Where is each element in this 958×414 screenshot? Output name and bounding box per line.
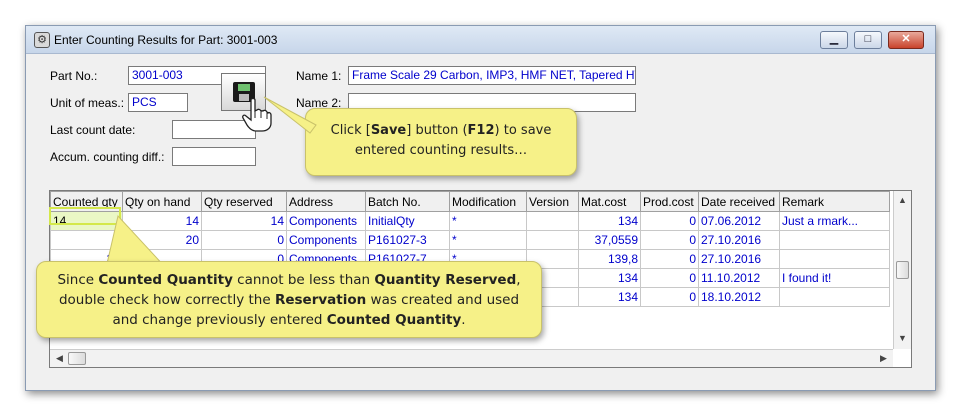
column-header[interactable]: Version bbox=[526, 191, 579, 212]
gear-icon: ⚙ bbox=[34, 32, 50, 48]
modification-cell: * bbox=[449, 211, 527, 231]
prod-cost-cell: 0 bbox=[640, 287, 699, 307]
version-cell bbox=[526, 230, 579, 250]
prod-cost-cell: 0 bbox=[640, 230, 699, 250]
address-cell: Components bbox=[286, 211, 366, 231]
date-received-cell: 27.10.2016 bbox=[698, 249, 780, 269]
last-count-date-label: Last count date: bbox=[50, 123, 136, 137]
unit-of-measure-label: Unit of meas.: bbox=[50, 96, 125, 110]
prod-cost-cell: 0 bbox=[640, 211, 699, 231]
vertical-scroll-thumb[interactable] bbox=[896, 261, 909, 279]
qty-hint-line-1: Since Counted Quantity cannot be less th… bbox=[57, 272, 521, 288]
address-cell: Components bbox=[286, 230, 366, 250]
title-bar: ⚙ Enter Counting Results for Part: 3001-… bbox=[26, 26, 935, 54]
table-row[interactable]: 20 0 Components P161027-3 * 37,0559 0 27… bbox=[50, 230, 890, 250]
qty-hint-line-3: and change previously entered Counted Qu… bbox=[112, 312, 466, 328]
column-header[interactable]: Qty on hand bbox=[122, 191, 202, 212]
remark-cell[interactable] bbox=[779, 249, 890, 269]
qty-hint-callout: Since Counted Quantity cannot be less th… bbox=[36, 261, 542, 338]
name-1-label: Name 1: bbox=[296, 69, 342, 83]
column-header[interactable]: Date received bbox=[698, 191, 780, 212]
prod-cost-cell: 0 bbox=[640, 268, 699, 288]
name-1-field[interactable]: Frame Scale 29 Carbon, IMP3, HMF NET, Ta… bbox=[348, 66, 636, 85]
mat-cost-cell: 134 bbox=[578, 268, 641, 288]
date-received-cell: 07.06.2012 bbox=[698, 211, 780, 231]
scroll-left-icon[interactable]: ◀ bbox=[52, 351, 67, 366]
unit-of-measure-field[interactable]: PCS bbox=[128, 93, 188, 112]
maximize-button[interactable]: □ bbox=[854, 31, 882, 49]
column-header[interactable]: Address bbox=[286, 191, 366, 212]
mat-cost-cell: 37,0559 bbox=[578, 230, 641, 250]
remark-cell[interactable] bbox=[779, 287, 890, 307]
mat-cost-cell: 139,8 bbox=[578, 249, 641, 269]
date-received-cell: 11.10.2012 bbox=[698, 268, 780, 288]
version-cell bbox=[526, 211, 579, 231]
scroll-down-icon[interactable]: ▼ bbox=[895, 331, 910, 346]
column-header[interactable]: Qty reserved bbox=[201, 191, 287, 212]
save-hint-line-2: entered counting results… bbox=[354, 143, 528, 158]
table-header-row: Counted qty Qty on hand Qty reserved Add… bbox=[50, 191, 890, 212]
date-received-cell: 18.10.2012 bbox=[698, 287, 780, 307]
qty-hint-line-2: double check how correctly the Reservati… bbox=[58, 292, 520, 308]
scroll-up-icon[interactable]: ▲ bbox=[895, 193, 910, 208]
modification-cell: * bbox=[449, 230, 527, 250]
accum-counting-diff-label: Accum. counting diff.: bbox=[50, 150, 165, 164]
window-title: Enter Counting Results for Part: 3001-00… bbox=[54, 33, 278, 47]
remark-cell[interactable] bbox=[779, 230, 890, 250]
batch-no-cell: P161027-3 bbox=[365, 230, 450, 250]
batch-no-cell: InitialQty bbox=[365, 211, 450, 231]
part-no-label: Part No.: bbox=[50, 69, 98, 83]
column-header[interactable]: Batch No. bbox=[365, 191, 450, 212]
column-header[interactable]: Modification bbox=[449, 191, 527, 212]
prod-cost-cell: 0 bbox=[640, 249, 699, 269]
mat-cost-cell: 134 bbox=[578, 211, 641, 231]
date-received-cell: 27.10.2016 bbox=[698, 230, 780, 250]
horizontal-scrollbar[interactable]: ◀ ▶ bbox=[50, 349, 893, 367]
remark-cell[interactable]: Just a rmark... bbox=[779, 211, 890, 231]
save-hint-callout: Click [Save] button (F12) to save entere… bbox=[305, 108, 577, 176]
column-header[interactable]: Prod.cost bbox=[640, 191, 699, 212]
close-button[interactable]: ✕ bbox=[888, 31, 924, 49]
column-header[interactable]: Mat.cost bbox=[578, 191, 641, 212]
table-row[interactable]: 14 14 14 Components InitialQty * 134 0 0… bbox=[50, 211, 890, 231]
column-header[interactable]: Remark bbox=[779, 191, 890, 212]
save-hint-line-1: Click [Save] button (F12) to save bbox=[330, 123, 552, 138]
horizontal-scroll-thumb[interactable] bbox=[68, 352, 86, 365]
minimize-button[interactable]: ▁ bbox=[820, 31, 848, 49]
accum-counting-diff-field[interactable] bbox=[172, 147, 256, 166]
scroll-right-icon[interactable]: ▶ bbox=[876, 351, 891, 366]
qty-reserved-cell: 0 bbox=[201, 230, 287, 250]
save-hint-pointer bbox=[263, 96, 317, 134]
remark-cell[interactable]: I found it! bbox=[779, 268, 890, 288]
qty-reserved-cell: 14 bbox=[201, 211, 287, 231]
mat-cost-cell: 134 bbox=[578, 287, 641, 307]
vertical-scrollbar[interactable]: ▲ ▼ bbox=[893, 191, 911, 349]
